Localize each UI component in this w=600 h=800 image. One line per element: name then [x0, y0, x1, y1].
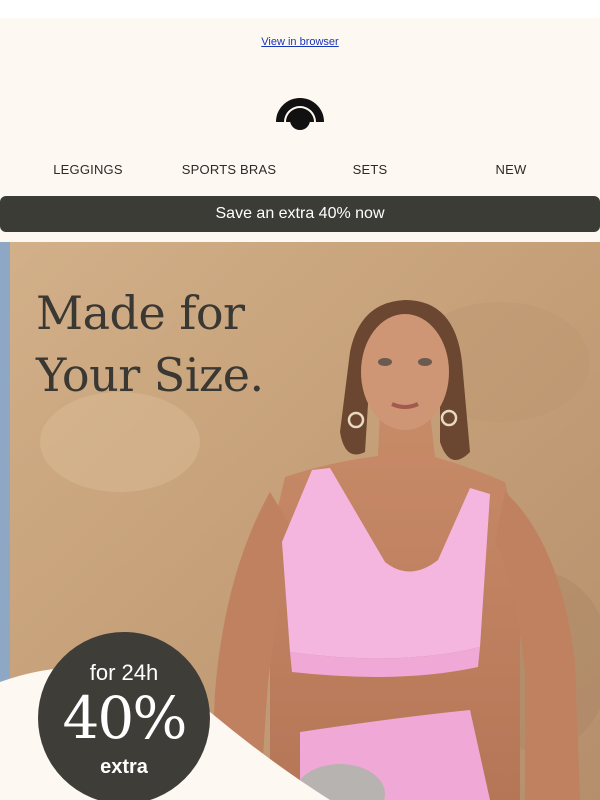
nav-item-leggings[interactable]: LEGGINGS: [18, 162, 158, 177]
hero-image[interactable]: Made for Your Size. for 24h 40% extra: [0, 242, 600, 800]
hero-headline: Made for Your Size.: [36, 282, 264, 406]
hero-headline-line1: Made for: [36, 286, 245, 340]
nav-item-new[interactable]: NEW: [441, 162, 581, 177]
discount-badge: for 24h 40% extra: [38, 632, 210, 800]
email-container: View in browser LEGGINGS SPORTS BRAS SET…: [0, 18, 600, 800]
view-in-browser-link[interactable]: View in browser: [261, 36, 338, 48]
promo-banner-button[interactable]: Save an extra 40% now: [0, 196, 600, 232]
nav-bar: LEGGINGS SPORTS BRAS SETS NEW: [0, 162, 600, 182]
badge-percent: 40%: [62, 684, 188, 752]
nav-item-sports-bras[interactable]: SPORTS BRAS: [159, 162, 299, 177]
badge-extra: extra: [100, 756, 148, 778]
hero-headline-line2: Your Size.: [36, 348, 264, 402]
view-in-browser: View in browser: [0, 36, 600, 48]
brand-logo-icon[interactable]: [274, 78, 326, 130]
badge-duration: for 24h: [89, 660, 159, 685]
nav-item-sets[interactable]: SETS: [300, 162, 440, 177]
